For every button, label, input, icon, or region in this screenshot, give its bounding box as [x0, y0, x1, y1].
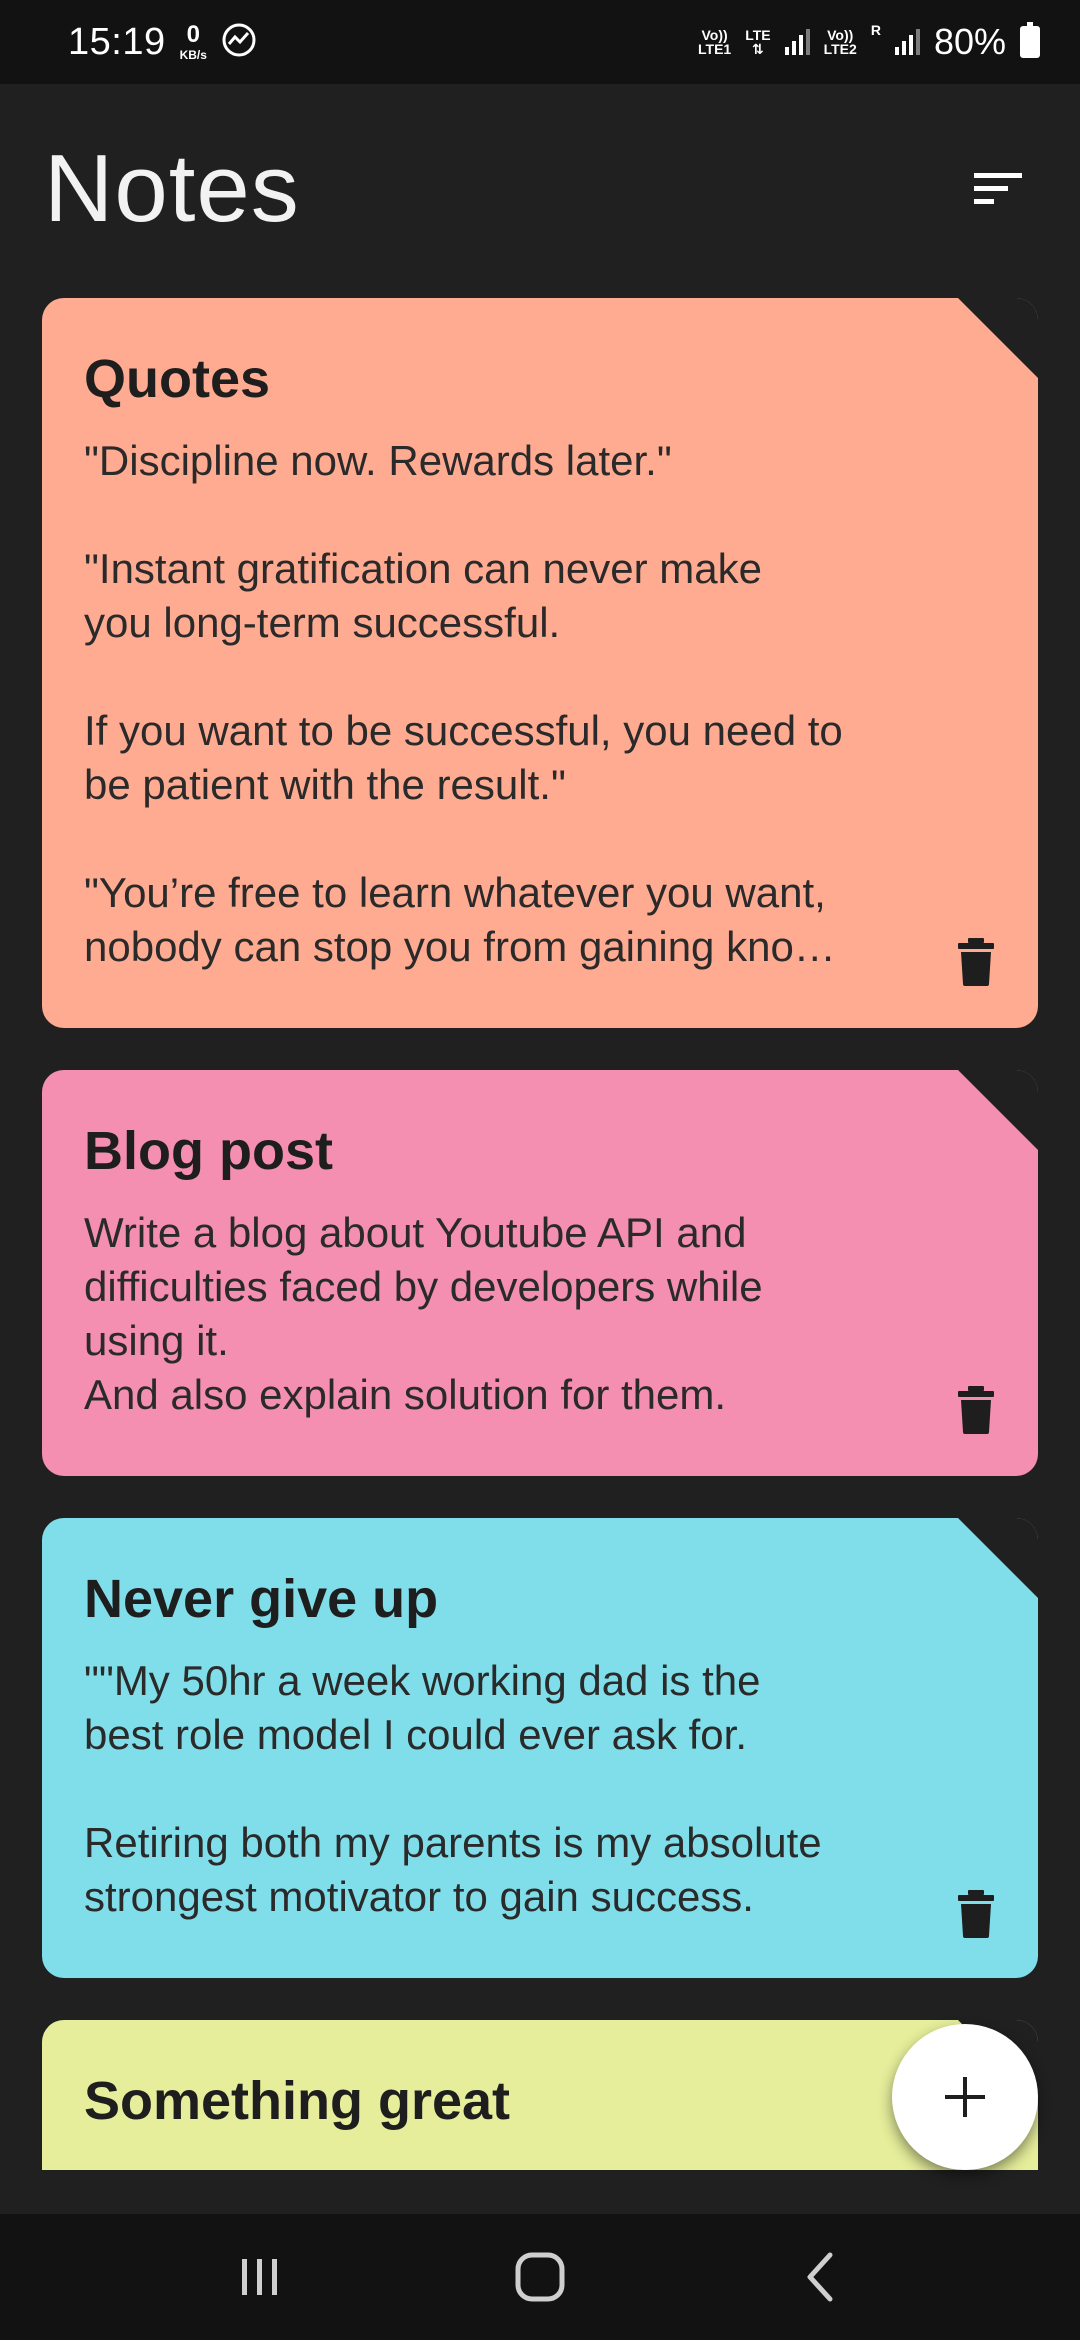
note-card[interactable]: Something great	[42, 2020, 1038, 2170]
status-bar: 15:19 0 KB/s Vo)) LTE1 LTE ⇅ Vo)) LTE2 R	[0, 0, 1080, 84]
add-note-button[interactable]	[892, 2024, 1038, 2170]
data-saver-icon	[221, 22, 257, 63]
app-header: Notes	[0, 84, 1080, 294]
delete-note-button[interactable]	[956, 938, 996, 986]
back-button[interactable]	[775, 2232, 865, 2322]
page-title: Notes	[44, 135, 300, 242]
recents-icon	[242, 2259, 277, 2295]
note-fold-corner	[958, 1070, 1038, 1150]
speed-unit: KB/s	[179, 48, 207, 62]
trash-icon	[958, 1386, 994, 1434]
data-arrows-icon: ⇅	[752, 41, 764, 57]
home-button[interactable]	[495, 2232, 585, 2322]
signal-1-icon	[784, 29, 810, 55]
note-body: Write a blog about Youtube API and diffi…	[84, 1209, 763, 1418]
note-title: Never give up	[84, 1569, 439, 1629]
lte-label: LTE	[745, 27, 771, 43]
volte2-indicator: Vo)) LTE2	[824, 28, 857, 56]
volte2-bottom: LTE2	[823, 41, 857, 57]
trash-icon	[958, 1890, 994, 1938]
status-right: Vo)) LTE1 LTE ⇅ Vo)) LTE2 R 80%	[698, 21, 1040, 63]
signal-2-icon	[894, 29, 920, 55]
sort-button[interactable]	[962, 153, 1034, 225]
lte-indicator: LTE ⇅	[745, 28, 770, 56]
volte1-indicator: Vo)) LTE1	[698, 28, 731, 56]
speed-value: 0	[186, 21, 200, 48]
note-body: "Discipline now. Rewards later." "Instan…	[84, 437, 843, 970]
delete-note-button[interactable]	[956, 1890, 996, 1938]
volte1-top: Vo))	[701, 27, 728, 43]
battery-icon	[1020, 22, 1040, 58]
note-card[interactable]: Quotes "Discipline now. Rewards later." …	[42, 298, 1038, 1028]
network-speed: 0 KB/s	[179, 21, 207, 62]
roaming-indicator: R	[870, 22, 881, 38]
delete-note-button[interactable]	[956, 1386, 996, 1434]
note-fold-corner	[958, 1518, 1038, 1598]
note-title: Quotes	[84, 349, 271, 409]
back-icon	[807, 2252, 833, 2302]
note-title: Something great	[84, 2071, 511, 2131]
system-nav-bar	[0, 2214, 1080, 2340]
trash-icon	[958, 938, 994, 986]
note-card[interactable]: Blog post Write a blog about Youtube API…	[42, 1070, 1038, 1476]
volte1-bottom: LTE1	[698, 41, 732, 57]
status-time: 15:19	[68, 20, 166, 63]
note-body: ""My 50hr a week working dad is the best…	[84, 1657, 822, 1920]
battery-percent: 80%	[933, 21, 1006, 62]
plus-icon	[945, 2077, 985, 2117]
note-fold-corner	[958, 298, 1038, 378]
home-icon	[515, 2252, 565, 2302]
status-left: 15:19 0 KB/s	[68, 21, 257, 64]
recents-button[interactable]	[215, 2232, 305, 2322]
sort-icon	[974, 173, 1022, 204]
note-card[interactable]: Never give up ""My 50hr a week working d…	[42, 1518, 1038, 1978]
volte2-top: Vo))	[827, 27, 854, 43]
note-title: Blog post	[84, 1121, 333, 1181]
